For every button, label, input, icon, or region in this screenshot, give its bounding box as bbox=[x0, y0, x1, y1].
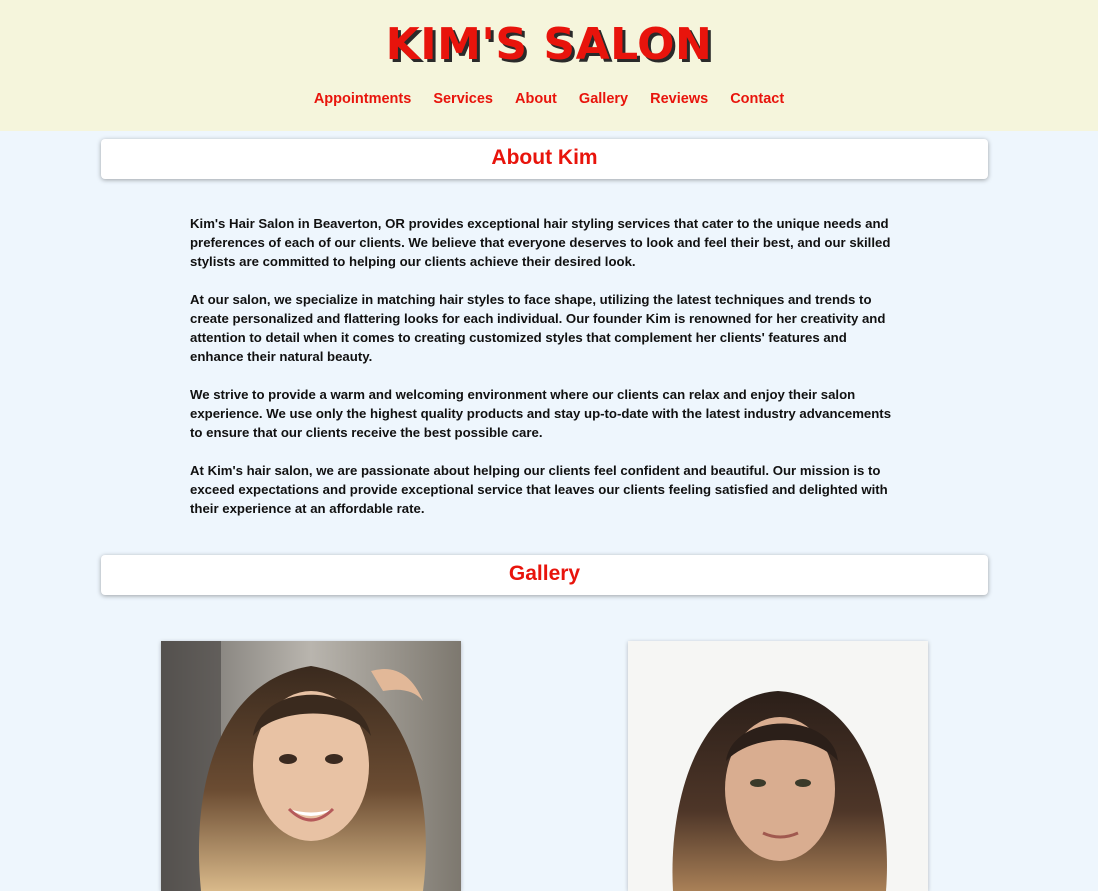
about-paragraph-4: At Kim's hair salon, we are passionate a… bbox=[190, 463, 888, 516]
about-heading-bar: About Kim bbox=[101, 139, 988, 179]
nav-reviews-link[interactable]: Reviews bbox=[650, 91, 708, 107]
gallery-photo-1-image bbox=[161, 641, 461, 891]
site-header: KIM'S SALON Appointments Services About … bbox=[0, 0, 1098, 131]
about-paragraph-3: We strive to provide a warm and welcomin… bbox=[190, 387, 892, 440]
main-nav: Appointments Services About Gallery Revi… bbox=[0, 91, 1098, 107]
gallery-heading-bar: Gallery bbox=[101, 555, 988, 595]
about-paragraph-1: Kim's Hair Salon in Beaverton, OR provid… bbox=[190, 216, 891, 269]
gallery-heading: Gallery bbox=[508, 562, 581, 585]
nav-appointments-link[interactable]: Appointments bbox=[314, 91, 411, 107]
about-text: Kim's Hair Salon in Beaverton, OR provid… bbox=[190, 214, 902, 537]
gallery-photo-1[interactable] bbox=[161, 641, 461, 891]
site-title: KIM'S SALON bbox=[385, 19, 713, 70]
nav-services-link[interactable]: Services bbox=[433, 91, 493, 107]
scrollbar-gutter bbox=[1098, 0, 1106, 891]
nav-contact-link[interactable]: Contact bbox=[730, 91, 784, 107]
nav-about-link[interactable]: About bbox=[515, 91, 557, 107]
about-heading: About Kim bbox=[491, 146, 598, 169]
about-paragraph-2: At our salon, we specialize in matching … bbox=[190, 292, 886, 364]
nav-gallery-link[interactable]: Gallery bbox=[579, 91, 628, 107]
gallery-photo-2-image bbox=[628, 641, 928, 891]
gallery-photo-2[interactable] bbox=[628, 641, 928, 891]
